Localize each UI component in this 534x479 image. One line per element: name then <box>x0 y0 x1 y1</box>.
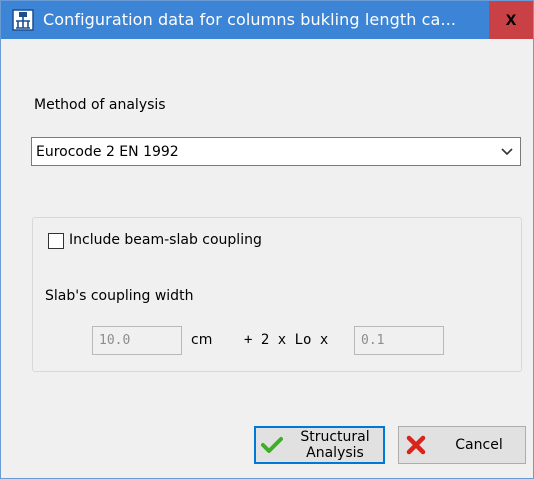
chevron-down-icon <box>500 144 514 158</box>
cancel-x-icon <box>406 435 426 459</box>
coupling-width-label: Slab's coupling width <box>45 288 194 304</box>
method-of-analysis-select[interactable]: Eurocode 2 EN 1992 <box>31 137 521 166</box>
close-button[interactable]: x <box>489 1 533 39</box>
cancel-button[interactable]: Cancel <box>398 426 526 464</box>
structural-label-line1: Structural <box>300 429 370 445</box>
coupling-formula-text: + 2 x Lo x <box>244 332 329 348</box>
close-icon: x <box>505 9 517 30</box>
cancel-label: Cancel <box>455 437 503 453</box>
window-title: Configuration data for columns bukling l… <box>43 10 457 29</box>
method-of-analysis-label: Method of analysis <box>34 97 166 113</box>
coupling-width-input[interactable]: 10.0 <box>92 326 182 355</box>
include-coupling-label: Include beam-slab coupling <box>69 232 262 248</box>
coupling-width-unit: cm <box>191 332 213 348</box>
title-bar[interactable]: Configuration data for columns bukling l… <box>1 1 533 39</box>
coupling-factor-input[interactable]: 0.1 <box>354 326 444 355</box>
method-selected-value: Eurocode 2 EN 1992 <box>36 144 179 160</box>
structural-analysis-button[interactable]: Structural Analysis <box>254 426 385 464</box>
structural-label-line2: Analysis <box>306 445 364 461</box>
app-icon <box>12 9 34 31</box>
include-coupling-checkbox[interactable] <box>48 233 64 249</box>
check-icon <box>261 436 283 458</box>
dialog-window: Configuration data for columns bukling l… <box>0 0 534 479</box>
